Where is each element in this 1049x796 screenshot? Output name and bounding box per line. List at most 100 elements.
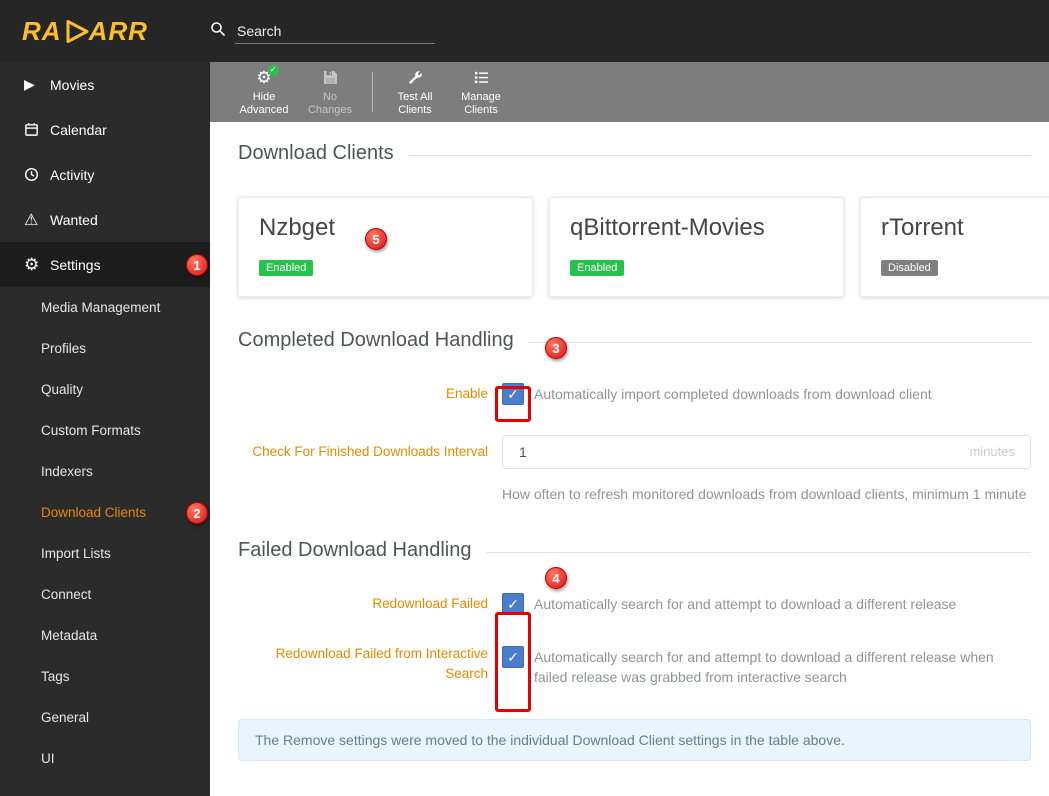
status-badge: Disabled: [881, 260, 938, 276]
section-title: Failed Download Handling: [238, 539, 472, 561]
annotation-marker-2: 2: [186, 502, 208, 524]
check-icon: ✓: [507, 648, 519, 665]
top-bar: RA ARR: [0, 0, 1049, 62]
redownload-label: Redownload Failed: [372, 596, 488, 611]
main-content: Download Clients Nzbget Enabled qBittorr…: [210, 122, 1049, 796]
advanced-settings-icon: ⚙ ✓: [256, 64, 279, 88]
sidebar-item-label: Activity: [50, 166, 95, 183]
interval-label: Check For Finished Downloads Interval: [252, 444, 488, 459]
client-card-rtorrent[interactable]: rTorrent Disabled: [860, 197, 1049, 297]
sub-item-label: Media Management: [41, 300, 161, 315]
sidebar-item-settings[interactable]: ⚙ Settings: [0, 242, 210, 287]
sidebar-item-activity[interactable]: Activity: [0, 152, 210, 197]
enable-label: Enable: [445, 386, 488, 401]
sub-item-label: Tags: [41, 669, 70, 684]
interval-unit: minutes: [969, 444, 1015, 459]
enable-checkbox[interactable]: ✓: [502, 383, 524, 405]
annotation-marker-4: 4: [545, 567, 567, 589]
sidebar-item-metadata[interactable]: Metadata: [0, 615, 210, 656]
sub-item-label: Metadata: [41, 628, 98, 643]
enabled-check-icon: ✓: [267, 64, 279, 76]
title-rule: [408, 155, 1031, 156]
global-search: [210, 18, 435, 44]
info-alert-text: The Remove settings were moved to the in…: [255, 732, 845, 748]
play-icon: ▶: [24, 76, 35, 92]
redownload-checkbox[interactable]: ✓: [502, 593, 524, 615]
redownload-interactive-checkbox[interactable]: ✓: [502, 646, 524, 668]
redownload-interactive-help-text: Automatically search for and attempt to …: [534, 649, 994, 685]
annotation-marker-5: 5: [365, 228, 387, 250]
client-card-qbittorrent[interactable]: qBittorrent-Movies Enabled: [549, 197, 844, 297]
page-title-row: Download Clients: [238, 142, 1031, 165]
client-card-nzbget[interactable]: Nzbget Enabled: [238, 197, 533, 297]
save-icon: [323, 68, 338, 88]
redownload-row: Redownload Failed ✓ Automatically search…: [238, 584, 1031, 624]
sidebar-item-media-management[interactable]: Media Management: [0, 287, 210, 328]
sidebar-item-label: Calendar: [50, 121, 107, 138]
sub-item-label: Download Clients: [41, 505, 147, 520]
hide-advanced-button[interactable]: ⚙ ✓ Hide Advanced: [234, 64, 294, 117]
radarr-app: RA ARR ▶ Movies Calendar: [0, 0, 1049, 796]
save-changes-button[interactable]: No Changes: [300, 68, 360, 117]
sidebar-item-import-lists[interactable]: Import Lists: [0, 533, 210, 574]
sidebar-item-connect[interactable]: Connect: [0, 574, 210, 615]
check-icon: ✓: [507, 385, 519, 402]
sidebar-item-custom-formats[interactable]: Custom Formats: [0, 410, 210, 451]
radarr-logo[interactable]: RA ARR: [0, 16, 210, 47]
sidebar-item-calendar[interactable]: Calendar: [0, 107, 210, 152]
page-title: Download Clients: [238, 142, 394, 164]
sub-item-label: Import Lists: [41, 546, 111, 561]
sub-item-label: UI: [41, 751, 55, 766]
sidebar-item-indexers[interactable]: Indexers: [0, 451, 210, 492]
test-all-clients-button[interactable]: Test All Clients: [385, 68, 445, 117]
interval-input[interactable]: [502, 435, 1031, 469]
logo-text-right: ARR: [88, 15, 148, 46]
client-name: rTorrent: [881, 214, 964, 241]
sidebar: ▶ Movies Calendar Activity ⚠ Wanted ⚙ Se…: [0, 62, 210, 796]
sidebar-item-movies[interactable]: ▶ Movies: [0, 62, 210, 107]
sidebar-item-general[interactable]: General: [0, 697, 210, 738]
section-rule: [486, 552, 1031, 553]
search-input[interactable]: [235, 18, 435, 44]
search-icon: [210, 21, 226, 42]
sidebar-item-download-clients[interactable]: Download Clients: [0, 492, 210, 533]
annotation-marker-1: 1: [186, 254, 208, 276]
wrench-icon: [407, 68, 423, 88]
sub-item-label: Indexers: [41, 464, 93, 479]
sidebar-item-tags[interactable]: Tags: [0, 656, 210, 697]
sidebar-item-profiles[interactable]: Profiles: [0, 328, 210, 369]
client-name: qBittorrent-Movies: [570, 214, 765, 241]
sub-item-label: Quality: [41, 382, 84, 397]
gears-icon: ⚙: [24, 254, 40, 274]
sidebar-item-label: Settings: [50, 256, 101, 273]
check-icon: ✓: [507, 595, 519, 612]
logo-text-left: RA: [22, 15, 62, 46]
list-check-icon: [474, 68, 489, 88]
interval-row: Check For Finished Downloads Interval mi…: [238, 432, 1031, 472]
sidebar-item-label: Movies: [50, 76, 95, 93]
sidebar-item-ui[interactable]: UI: [0, 738, 210, 779]
sub-item-label: General: [41, 710, 90, 725]
section-rule: [528, 342, 1031, 343]
sidebar-item-label: Wanted: [50, 211, 98, 228]
sidebar-item-quality[interactable]: Quality: [0, 369, 210, 410]
redownload-interactive-label: Redownload Failed from Interactive Searc…: [275, 646, 488, 681]
clock-icon: [24, 167, 50, 182]
manage-clients-button[interactable]: Manage Clients: [451, 68, 511, 117]
interval-help-text: How often to refresh monitored downloads…: [502, 486, 1027, 502]
play-triangle-icon: [63, 18, 90, 45]
redownload-interactive-row: Redownload Failed from Interactive Searc…: [238, 638, 1031, 687]
toolbar-separator: [372, 72, 373, 112]
warning-triangle-icon: ⚠: [24, 211, 39, 229]
failed-section-heading: Failed Download Handling: [238, 539, 1031, 562]
sidebar-item-wanted[interactable]: ⚠ Wanted: [0, 197, 210, 242]
status-badge: Enabled: [259, 260, 314, 276]
info-alert: The Remove settings were moved to the in…: [238, 719, 1031, 761]
section-title: Completed Download Handling: [238, 329, 514, 351]
sub-item-label: Connect: [41, 587, 92, 602]
download-client-cards: Nzbget Enabled qBittorrent-Movies Enable…: [238, 197, 1049, 297]
calendar-icon: [24, 122, 50, 137]
redownload-help-text: Automatically search for and attempt to …: [534, 596, 957, 612]
sub-item-label: Custom Formats: [41, 423, 141, 438]
annotation-marker-3: 3: [545, 337, 567, 359]
